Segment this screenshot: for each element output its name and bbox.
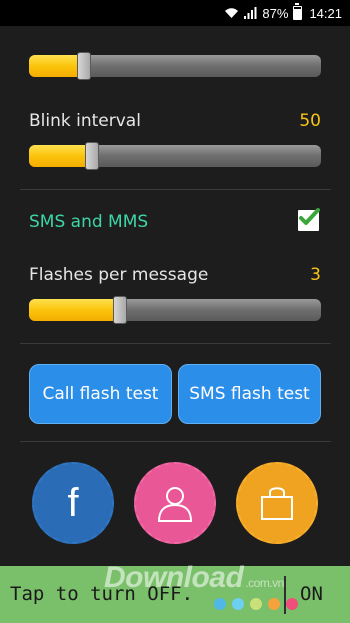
user-button[interactable] bbox=[134, 462, 216, 544]
sms-flash-test-button[interactable]: SMS flash test bbox=[178, 364, 321, 424]
watermark-dot bbox=[250, 598, 262, 610]
shop-button[interactable] bbox=[236, 462, 318, 544]
battery-percent: 87% bbox=[262, 5, 289, 21]
watermark-dot bbox=[286, 598, 298, 610]
battery-icon bbox=[293, 3, 303, 20]
slider-fill bbox=[29, 299, 120, 321]
divider bbox=[20, 441, 331, 442]
status-bar: 87% 14:21 bbox=[0, 0, 350, 26]
top-slider[interactable] bbox=[29, 52, 321, 80]
divider bbox=[20, 189, 331, 190]
slider-thumb[interactable] bbox=[112, 296, 127, 324]
on-toggle[interactable]: ON bbox=[300, 583, 323, 605]
clock: 14:21 bbox=[309, 5, 342, 21]
blink-interval-slider[interactable] bbox=[29, 142, 321, 170]
flashes-per-message-value: 3 bbox=[310, 265, 321, 285]
watermark-dot bbox=[214, 598, 226, 610]
slider-thumb[interactable] bbox=[77, 52, 92, 80]
user-icon bbox=[157, 487, 193, 522]
blink-interval-value: 50 bbox=[299, 111, 321, 131]
bottom-bar-text: Tap to turn OFF. bbox=[10, 583, 194, 605]
watermark-dot bbox=[268, 598, 280, 610]
blink-interval-label: Blink interval bbox=[29, 111, 141, 131]
wifi-icon bbox=[224, 7, 239, 19]
sms-mms-label: SMS and MMS bbox=[29, 212, 149, 232]
watermark-dot bbox=[232, 598, 244, 610]
checkmark-icon bbox=[299, 208, 320, 225]
call-flash-test-button[interactable]: Call flash test bbox=[29, 364, 172, 424]
divider bbox=[20, 343, 331, 344]
toggle-separator bbox=[284, 576, 286, 614]
signal-icon bbox=[244, 7, 257, 19]
slider-fill bbox=[29, 55, 85, 77]
slider-thumb[interactable] bbox=[84, 142, 99, 170]
facebook-button[interactable]: f bbox=[32, 462, 114, 544]
flashes-per-message-slider[interactable] bbox=[29, 296, 321, 324]
sms-mms-checkbox[interactable] bbox=[298, 208, 320, 231]
shopping-bag-icon bbox=[261, 487, 293, 520]
facebook-icon: f bbox=[67, 481, 79, 525]
slider-fill bbox=[29, 145, 92, 167]
flashes-per-message-label: Flashes per message bbox=[29, 265, 209, 285]
